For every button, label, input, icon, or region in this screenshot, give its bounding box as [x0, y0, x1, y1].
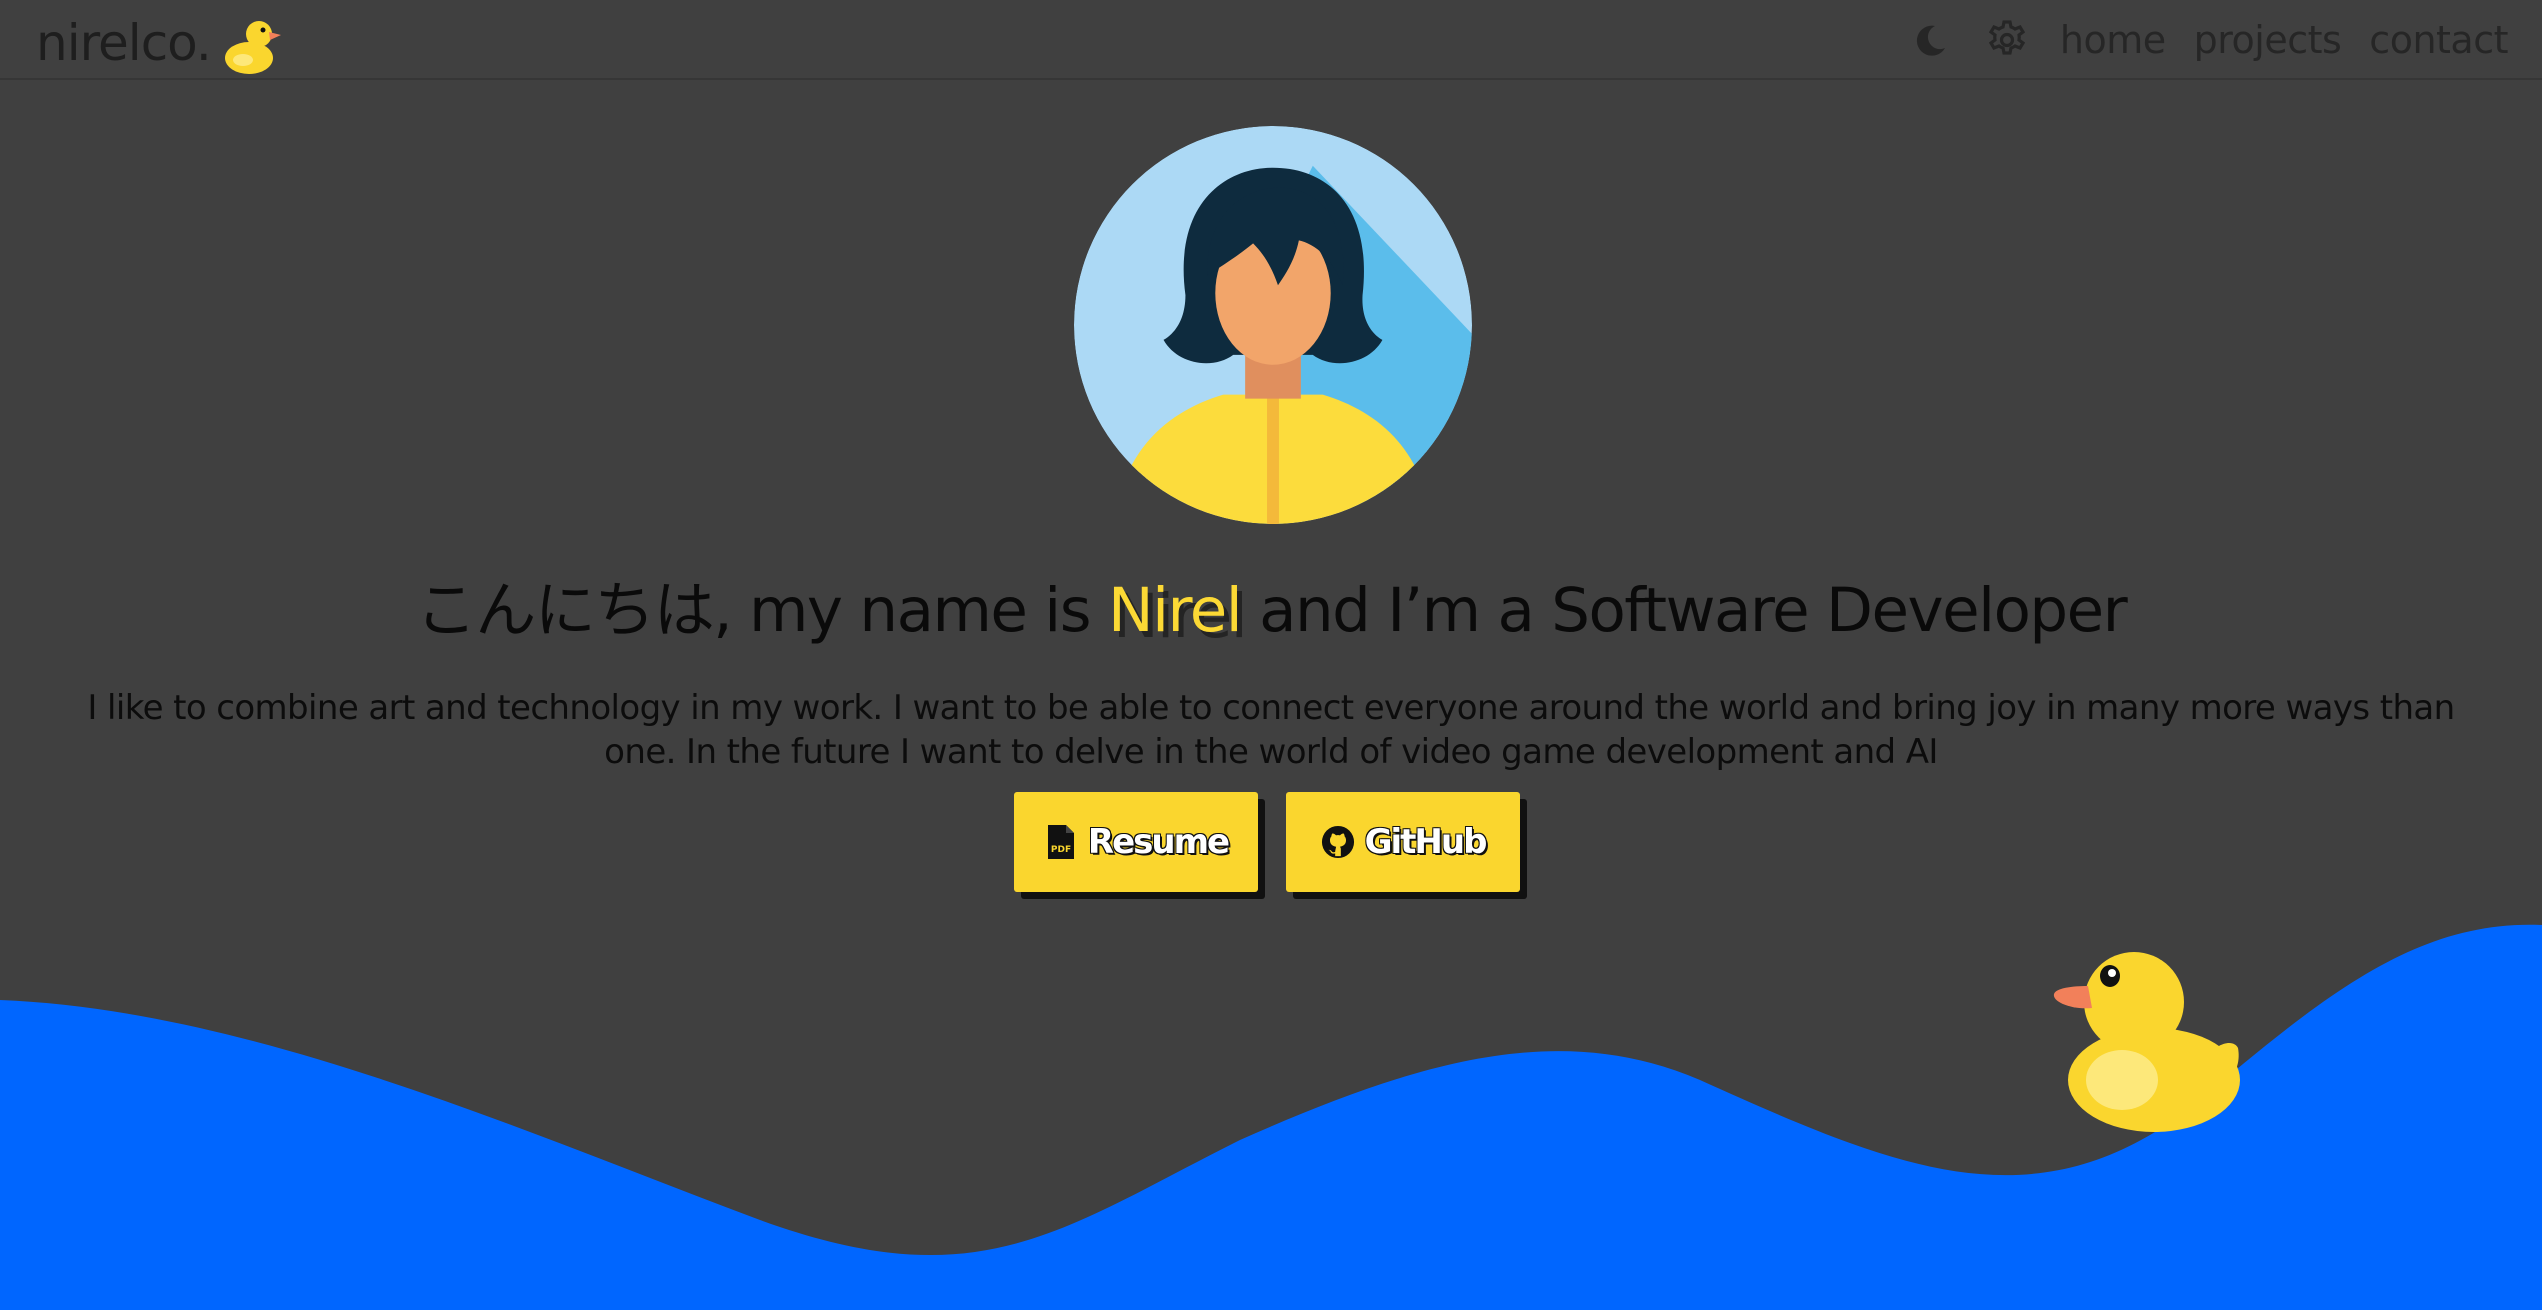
headline-role: and I’m a Software Developer: [1241, 575, 2128, 646]
woman-avatar-illustration: [1074, 126, 1472, 524]
hero-headline: こんにちは, my name is Nirel and I’m a Softwa…: [0, 566, 2542, 656]
github-button-label: GitHub: [1364, 822, 1488, 862]
github-button[interactable]: GitHub: [1286, 792, 1520, 892]
rubber-duck-icon: [224, 21, 281, 74]
nav-contact-link[interactable]: contact: [2369, 18, 2508, 62]
nav-projects-link[interactable]: projects: [2194, 18, 2342, 62]
moon-icon[interactable]: [1908, 17, 1954, 63]
pdf-file-icon: PDF: [1044, 823, 1078, 861]
brand-link[interactable]: nirelco.: [36, 8, 283, 78]
headline-greeting: こんにちは, my name is: [415, 575, 1108, 646]
hero-intro-text: I like to combine art and technology in …: [87, 688, 2455, 772]
hero-buttons: PDF Resume GitHub: [1014, 792, 1520, 892]
resume-button-label: Resume: [1087, 822, 1230, 862]
rubber-duck-icon: [2053, 952, 2240, 1132]
svg-text:PDF: PDF: [1051, 845, 1071, 855]
page: nirelco. home projects contact こんにちは, my…: [0, 0, 2542, 1310]
github-icon: [1321, 823, 1355, 861]
nav-home-link[interactable]: home: [2060, 18, 2166, 62]
top-navbar: nirelco. home projects contact: [0, 0, 2542, 80]
brand-wordmark: nirelco.: [36, 14, 212, 72]
headline-name: Nirel: [1107, 575, 1243, 646]
gear-icon[interactable]: [1984, 17, 2030, 63]
resume-button[interactable]: PDF Resume: [1014, 792, 1258, 892]
main-nav: home projects contact: [1908, 0, 2508, 80]
